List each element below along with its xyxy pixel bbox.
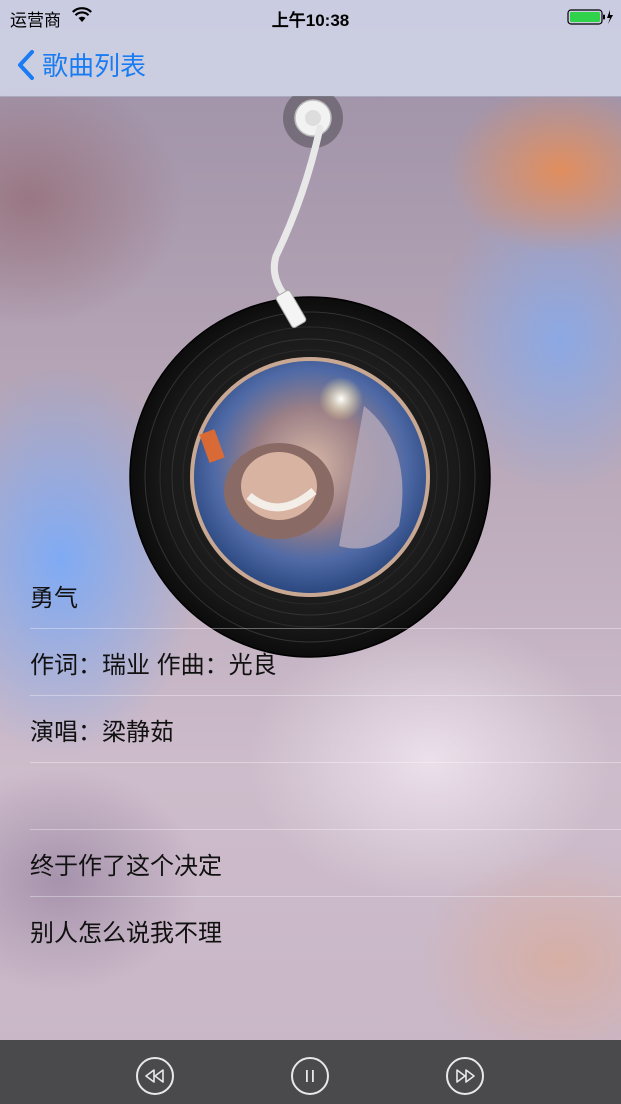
clock: 上午10:38: [271, 11, 350, 30]
lyric-line: 终于作了这个决定: [30, 830, 621, 897]
pause-icon: [306, 1070, 314, 1082]
tonearm-icon: [270, 96, 343, 328]
lyric-line: 作词：瑞业 作曲：光良: [30, 629, 621, 696]
chevron-left-icon: [18, 49, 34, 80]
lyric-line: 勇气: [30, 562, 621, 629]
playback-toolbar: [0, 1040, 621, 1104]
next-button[interactable]: [446, 1057, 484, 1095]
pause-button[interactable]: [291, 1057, 329, 1095]
rewind-icon: [145, 1069, 164, 1083]
battery-charging-icon: [567, 8, 613, 26]
back-button[interactable]: 歌曲列表: [16, 46, 146, 83]
navigation-bar: 歌曲列表: [0, 34, 621, 97]
lyrics-list: 勇气 作词：瑞业 作曲：光良 演唱：梁静茹 终于作了这个决定 别人怎么说我不理: [0, 562, 621, 963]
previous-button[interactable]: [136, 1057, 174, 1095]
album-cover-photo: [190, 357, 430, 597]
lyric-line: 别人怎么说我不理: [30, 919, 222, 947]
status-bar: 运营商 上午10:38: [0, 0, 621, 34]
lyric-line: [30, 763, 621, 830]
fast-forward-icon: [456, 1069, 475, 1083]
lyric-line: 演唱：梁静茹: [30, 696, 621, 763]
back-label: 歌曲列表: [42, 51, 147, 81]
